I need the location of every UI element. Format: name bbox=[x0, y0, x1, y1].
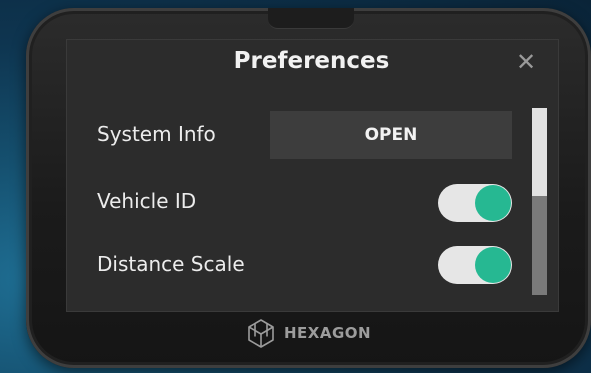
toggle-knob bbox=[475, 185, 511, 221]
close-icon[interactable]: ✕ bbox=[513, 49, 539, 75]
scrollbar-thumb[interactable] bbox=[532, 108, 547, 196]
system-info-open-button[interactable]: OPEN bbox=[270, 111, 512, 159]
hexagon-logo-icon bbox=[248, 319, 274, 348]
device-top-tab bbox=[268, 8, 354, 29]
vehicle-id-label: Vehicle ID bbox=[97, 189, 197, 213]
brand-logo: HEXAGON bbox=[246, 318, 371, 348]
distance-scale-label: Distance Scale bbox=[97, 252, 245, 276]
distance-scale-toggle[interactable] bbox=[438, 246, 512, 284]
toggle-knob bbox=[475, 247, 511, 283]
system-info-label: System Info bbox=[97, 122, 216, 146]
brand-name: HEXAGON bbox=[284, 324, 372, 342]
scrollbar[interactable] bbox=[532, 108, 547, 295]
vehicle-id-toggle[interactable] bbox=[438, 184, 512, 222]
